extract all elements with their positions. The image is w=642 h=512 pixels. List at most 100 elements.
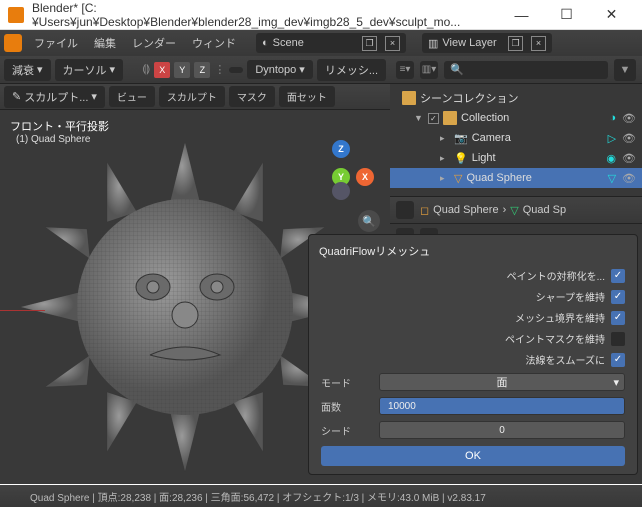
collection-row[interactable]: ▼ Collection ◑👁 (390, 108, 642, 128)
blender-icon (8, 7, 24, 23)
axis-z-button[interactable]: Z (194, 62, 210, 78)
exclude-icon[interactable]: ◑ (609, 112, 616, 125)
filter-button[interactable]: ▼ (614, 59, 636, 81)
options-icon[interactable]: ⋮ (214, 63, 225, 76)
viewlayer-icon: ▥ (428, 37, 438, 50)
display-mode-icon[interactable]: ▥▾ (420, 61, 438, 79)
visibility-icon[interactable]: 👁 (622, 112, 636, 125)
light-icon: 💡 (454, 152, 468, 165)
minimize-button[interactable]: — (499, 0, 544, 30)
scene-collection-row[interactable]: シーンコレクション (390, 88, 642, 108)
visibility-icon[interactable]: 👁 (622, 132, 636, 145)
symmetrize-row: ペイントの対称化を... ✓ (311, 265, 635, 286)
select-icon[interactable]: ▽ (608, 172, 616, 185)
mode-selector[interactable]: ✎スカルプト...▾ (4, 86, 105, 108)
seed-input[interactable]: 0 (379, 421, 625, 439)
search-input[interactable]: 🔍 (444, 61, 608, 79)
window-title: Blender* [C:¥Users¥jun¥Desktop¥Blender¥b… (32, 1, 499, 29)
collection-icon (402, 91, 416, 105)
axis-x-button[interactable]: X (154, 62, 170, 78)
viewport-header: 減衰▾ カーソル▾ ⟬⟭ X Y Z ⋮ Dyntopo▾ リメッシ... (0, 56, 390, 84)
data-icon: ▽ (510, 204, 518, 217)
scene-selector[interactable]: ◐ Scene ❐ × (256, 33, 406, 53)
scene-new-icon[interactable]: × (385, 36, 400, 51)
viewlayer-new-icon[interactable]: × (531, 36, 546, 51)
boundary-checkbox[interactable]: ✓ (611, 311, 625, 325)
mask-menu[interactable]: マスク (229, 86, 275, 107)
dyntopo-dropdown[interactable]: Dyntopo▾ (247, 60, 313, 79)
properties-header: ◻ Quad Sphere › ▽ Quad Sp (390, 196, 642, 224)
scene-copy-icon[interactable]: ❐ (362, 36, 377, 51)
close-button[interactable]: ✕ (589, 0, 634, 30)
viewport-header2: ✎スカルプト...▾ ビュー スカルプト マスク 面セット (0, 84, 390, 110)
viewlayer-selector[interactable]: ▥ View Layer ❐ × (422, 33, 552, 53)
quadsphere-row[interactable]: ▸ ▽ Quad Sphere ▽👁 (390, 168, 642, 188)
menu-edit[interactable]: 編集 (90, 35, 120, 51)
topbar: ファイル 編集 レンダー ウィンド ◐ Scene ❐ × ▥ View Lay… (0, 30, 642, 56)
app-icon[interactable] (4, 34, 22, 52)
paintmask-checkbox[interactable] (611, 332, 625, 346)
symmetrize-checkbox[interactable]: ✓ (611, 269, 625, 283)
x-axis-line (0, 310, 45, 311)
camera-icon: 📷 (454, 132, 468, 145)
viewlayer-name: View Layer (442, 37, 500, 49)
faceset-menu[interactable]: 面セット (279, 86, 335, 107)
light-row[interactable]: ▸ 💡 Light ◉👁 (390, 148, 642, 168)
breadcrumb[interactable]: ◻ Quad Sphere › ▽ Quad Sp (420, 204, 566, 217)
outliner-header: ≡▾ ▥▾ 🔍 ▼ (390, 56, 642, 84)
outliner-tree: シーンコレクション ▼ Collection ◑👁 ▸ 📷 Camera ▷👁 … (390, 84, 642, 192)
active-object-label: (1) Quad Sphere (16, 134, 91, 145)
select-icon[interactable]: ◉ (606, 152, 616, 165)
sharp-checkbox[interactable]: ✓ (611, 290, 625, 304)
gizmo-z[interactable]: Z (332, 140, 350, 158)
remesh-dropdown[interactable]: リメッシ... (317, 59, 386, 81)
visibility-icon[interactable]: 👁 (622, 172, 636, 185)
quadriflow-panel: QuadriFlowリメッシュ ペイントの対称化を... ✓ シャープを維持 ✓… (308, 234, 638, 475)
disclosure-icon[interactable]: ▸ (440, 133, 450, 144)
viewlayer-copy-icon[interactable]: ❐ (508, 36, 523, 51)
gizmo-neg[interactable] (332, 182, 350, 200)
editor-type-icon[interactable] (396, 201, 414, 219)
scene-name: Scene (273, 37, 354, 49)
nav-gizmo[interactable]: Z Y X (314, 140, 374, 200)
menu-render[interactable]: レンダー (128, 35, 180, 51)
scene-icon: ◐ (262, 37, 269, 49)
titlebar: Blender* [C:¥Users¥jun¥Desktop¥Blender¥b… (0, 0, 642, 30)
mesh-icon: ▽ (454, 172, 462, 185)
camera-row[interactable]: ▸ 📷 Camera ▷👁 (390, 128, 642, 148)
visibility-icon[interactable]: 👁 (622, 152, 636, 165)
mode-row: モード 面▾ (311, 370, 635, 394)
view-menu[interactable]: ビュー (109, 86, 155, 107)
editor-type-icon[interactable]: ≡▾ (396, 61, 414, 79)
faces-row: 面数 10000 (311, 394, 635, 418)
smooth-row: 法線をスムーズに ✓ (311, 349, 635, 370)
boundary-row: メッシュ境界を維持 ✓ (311, 307, 635, 328)
menu-file[interactable]: ファイル (30, 35, 82, 51)
mesh-icon: ◻ (420, 204, 429, 217)
collection-icon (443, 111, 457, 125)
mode-select[interactable]: 面▾ (379, 373, 625, 391)
paintmask-row: ペイントマスクを維持 (311, 328, 635, 349)
falloff-dropdown[interactable]: 減衰▾ (4, 59, 51, 81)
sharp-row: シャープを維持 ✓ (311, 286, 635, 307)
menu-window[interactable]: ウィンド (188, 35, 240, 51)
select-icon[interactable]: ▷ (608, 132, 616, 145)
disclosure-icon[interactable]: ▸ (440, 173, 450, 184)
sculpt-menu[interactable]: スカルプト (159, 86, 225, 107)
mirror-icon: ⟬⟭ (142, 63, 150, 76)
panel-title: QuadriFlowリメッシュ (311, 243, 635, 265)
gizmo-x[interactable]: X (356, 168, 374, 186)
zoom-button[interactable]: 🔍 (358, 210, 380, 232)
disclosure-icon[interactable]: ▸ (440, 153, 450, 164)
axis-y-button[interactable]: Y (174, 62, 190, 78)
ok-button[interactable]: OK (321, 446, 625, 466)
cursor-dropdown[interactable]: カーソル▾ (55, 59, 124, 81)
projection-label: フロント・平行投影 (10, 118, 109, 134)
smooth-checkbox[interactable]: ✓ (611, 353, 625, 367)
collection-checkbox[interactable] (428, 113, 439, 124)
disclosure-icon[interactable]: ▼ (414, 113, 424, 123)
dyntopo-checkbox[interactable] (229, 67, 243, 73)
faces-input[interactable]: 10000 (379, 397, 625, 415)
maximize-button[interactable]: ☐ (544, 0, 589, 30)
seed-row: シード 0 (311, 418, 635, 442)
